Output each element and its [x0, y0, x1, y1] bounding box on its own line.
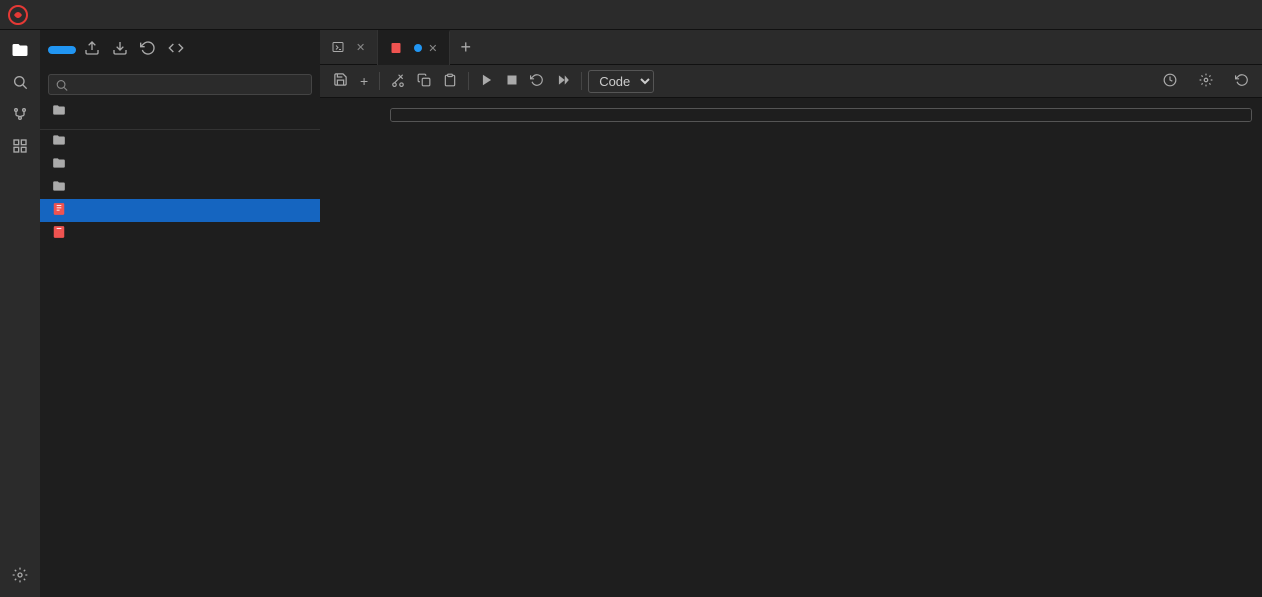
tab-terminal-close[interactable]: ✕ [356, 41, 365, 54]
new-file-button[interactable] [48, 46, 76, 54]
search-input[interactable] [68, 77, 305, 92]
menu-bar [0, 0, 1262, 30]
toolbar-separator-2 [468, 72, 469, 90]
file-toolbar [40, 30, 320, 70]
menu-view[interactable] [72, 13, 88, 17]
folder-icon [52, 179, 66, 196]
kernel-refresh-button[interactable] [1230, 70, 1254, 93]
toolbar-separator-3 [581, 72, 582, 90]
app-logo [8, 5, 28, 25]
iconbar-folder[interactable] [6, 36, 34, 64]
tab-modified-dot [414, 44, 422, 52]
tab-bar: ✕ ✕ + [320, 30, 1262, 65]
file-list [40, 130, 320, 597]
menu-tabs[interactable] [144, 13, 160, 17]
iconbar-search[interactable] [6, 68, 34, 96]
file-panel [40, 30, 320, 597]
file-list-header [40, 121, 320, 130]
cut-button[interactable] [386, 70, 410, 93]
file-item-models[interactable] [40, 130, 320, 153]
tab-notebook[interactable]: ✕ [378, 30, 450, 65]
upload-button[interactable] [80, 36, 104, 64]
fast-forward-button[interactable] [551, 70, 575, 93]
path-bar [40, 99, 320, 121]
menu-run[interactable] [90, 13, 106, 17]
folder-icon [52, 156, 66, 173]
notebook-area: ✕ ✕ + + [320, 30, 1262, 597]
paste-button[interactable] [438, 70, 462, 93]
menu-help[interactable] [180, 13, 196, 17]
git-action-button[interactable] [164, 36, 188, 64]
run-button[interactable] [475, 70, 499, 93]
cell-output-table [391, 109, 1251, 121]
menu-git[interactable] [126, 13, 142, 17]
save-button[interactable] [328, 69, 353, 93]
menu-edit[interactable] [54, 13, 70, 17]
tab-notebook-close[interactable]: ✕ [428, 42, 437, 55]
file-item-python[interactable] [40, 222, 320, 245]
terminal-icon [332, 41, 344, 53]
clock-button[interactable] [1158, 70, 1182, 93]
folder-icon [52, 133, 66, 150]
tab-terminal[interactable]: ✕ [320, 30, 378, 65]
add-cell-button[interactable]: + [355, 70, 373, 92]
notebook-icon [52, 202, 66, 219]
cell-type-select[interactable]: Code [588, 70, 654, 93]
menu-file[interactable] [36, 13, 52, 17]
toolbar-separator-1 [379, 72, 380, 90]
refresh-button[interactable] [136, 36, 160, 64]
iconbar-puzzle[interactable] [6, 132, 34, 160]
notebook-tab-icon [390, 42, 402, 54]
file-item-tutorials[interactable] [40, 176, 320, 199]
copy-button[interactable] [412, 70, 436, 93]
python-icon [52, 225, 66, 242]
tab-add-button[interactable]: + [450, 37, 481, 58]
cell-area [320, 98, 1262, 597]
menu-settings[interactable] [162, 13, 178, 17]
file-item-notebook[interactable] [40, 199, 320, 222]
stop-button[interactable] [501, 70, 523, 92]
toolbar-right [1158, 70, 1254, 93]
icon-bar [0, 30, 40, 597]
cell-table [330, 108, 1252, 122]
folder-icon [52, 103, 66, 117]
restart-button[interactable] [525, 70, 549, 93]
iconbar-settings-bottom[interactable] [6, 561, 34, 589]
search-icon [55, 78, 68, 92]
cell-content-table[interactable] [390, 108, 1252, 122]
file-item-src[interactable] [40, 153, 320, 176]
notebook-toolbar: + [320, 65, 1262, 98]
search-bar [40, 70, 320, 99]
iconbar-git[interactable] [6, 100, 34, 128]
cell-gutter [330, 108, 390, 122]
download-button[interactable] [108, 36, 132, 64]
gear-button[interactable] [1194, 70, 1218, 93]
menu-kernel[interactable] [108, 13, 124, 17]
